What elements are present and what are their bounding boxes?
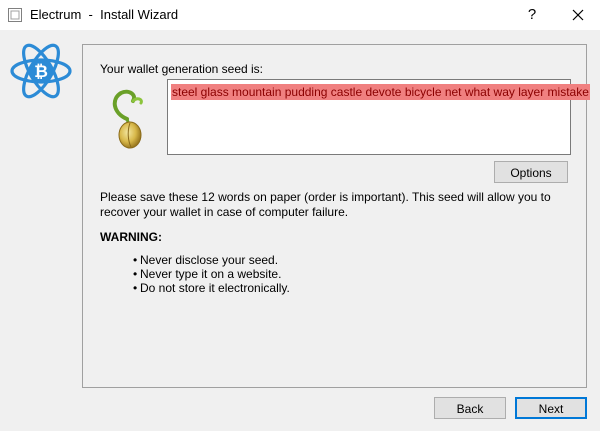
wizard-content-frame: Your wallet generation seed is: steel gl… [82, 44, 590, 388]
svg-text:₿: ₿ [34, 62, 48, 81]
install-wizard-window: Electrum - Install Wizard ? ₿ Your walle… [0, 0, 600, 431]
bullet: • [133, 253, 138, 267]
next-button[interactable]: Next [515, 397, 587, 419]
title-bar[interactable]: Electrum - Install Wizard ? [0, 0, 600, 30]
seed-label: Your wallet generation seed is: [100, 62, 263, 76]
help-button[interactable]: ? [517, 3, 547, 27]
bullet: • [133, 267, 138, 281]
seed-textbox[interactable]: steel glass mountain pudding castle devo… [167, 79, 590, 155]
list-item: • Do not store it electronically. [133, 281, 290, 295]
window-title: Electrum - Install Wizard [30, 7, 178, 22]
bullet: • [133, 281, 138, 295]
seed-words: steel glass mountain pudding castle devo… [171, 84, 590, 100]
list-item: • Never type it on a website. [133, 267, 290, 281]
sprouting-seed-icon [112, 89, 143, 149]
seed-info-text: Please save these 12 words on paper (ord… [100, 190, 551, 219]
list-item: • Never disclose your seed. [133, 253, 290, 267]
close-icon[interactable] [560, 3, 596, 27]
back-button[interactable]: Back [434, 397, 506, 419]
warning-item-website: Never type it on a website. [140, 267, 282, 281]
options-button[interactable]: Options [494, 161, 568, 183]
warning-title: WARNING: [100, 230, 162, 244]
app-name: Electrum [30, 7, 82, 22]
electrum-bitcoin-logo: ₿ [10, 43, 72, 99]
warning-list: • Never disclose your seed. • Never type i… [133, 253, 290, 295]
electrum-icon [8, 8, 22, 22]
wizard-title: Install Wizard [100, 7, 179, 22]
warning-item-disclose: Never disclose your seed. [140, 253, 279, 267]
title-separator: - [88, 7, 93, 22]
warning-item-electronic: Do not store it electronically. [140, 281, 290, 295]
